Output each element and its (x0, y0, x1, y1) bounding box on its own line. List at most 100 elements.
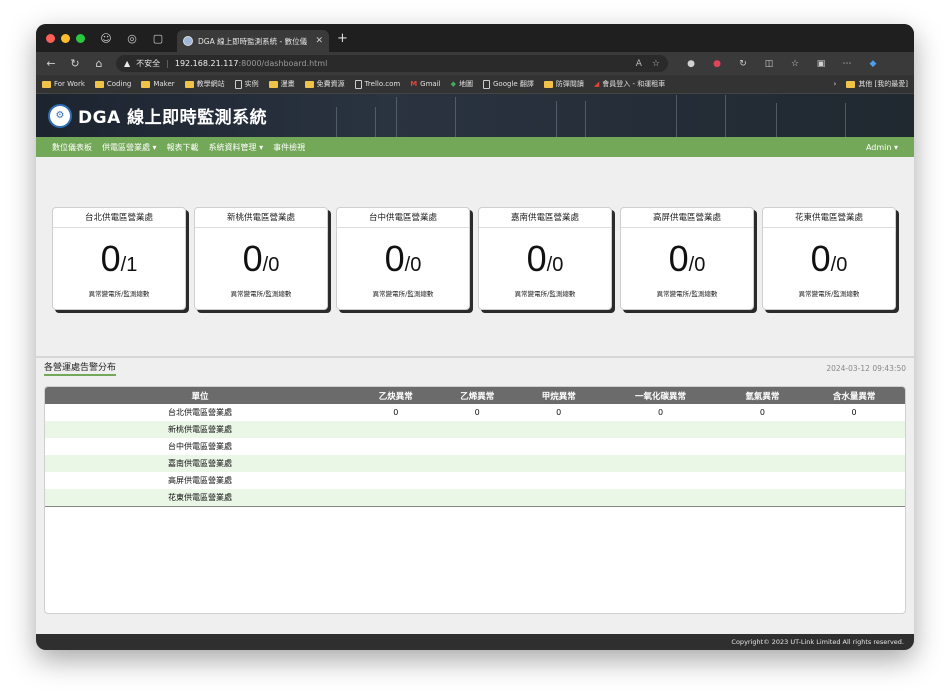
bookmark-item[interactable]: ◆ 地圖 (451, 79, 473, 89)
bookmark-item[interactable]: 漫畫 (268, 79, 295, 89)
extension-2-icon[interactable]: ● (710, 59, 724, 69)
value-cell (599, 472, 721, 489)
user-menu[interactable]: Admin ▾ (866, 143, 898, 152)
table-header-row: 單位 乙炔異常 乙烯異常 甲烷異常 一氧化碳異常 氫氣異常 含水量異常 (45, 387, 905, 404)
total-count: 0 (694, 254, 706, 276)
site-icon: ◢ (593, 80, 600, 88)
abnormal-count: 0 (384, 238, 405, 279)
value-cell (803, 438, 905, 455)
value-cell (518, 489, 599, 506)
bookmark-item[interactable]: Trello.com (354, 79, 400, 89)
card-title: 台北供電區營業處 (53, 208, 185, 228)
column-header[interactable]: 單位 (45, 387, 355, 404)
card-title: 高屏供電區營業處 (621, 208, 753, 228)
folder-icon (94, 80, 104, 88)
url-security-label: 不安全 (136, 59, 161, 68)
value-cell (436, 489, 517, 506)
bookmark-label: 會員登入 - 和運租車 (602, 80, 666, 88)
column-header[interactable]: 含水量異常 (803, 387, 905, 404)
summary-cards: 台北供電區營業處 0/1 異常變電所/監測總數 新桃供電區營業處 0/0 異常變電所/監測… (52, 207, 898, 310)
nav-branch-offices[interactable]: 供電區營業處 ▾ (102, 142, 157, 153)
workspaces-icon[interactable]: ◎ (125, 31, 139, 45)
favorite-star-icon[interactable]: ☆ (652, 59, 660, 69)
home-icon[interactable]: ⌂ (92, 57, 106, 70)
bookmark-label: 漫畫 (280, 80, 295, 88)
bookmark-item[interactable]: Google 翻譯 (482, 79, 534, 89)
bookmark-item[interactable]: ◢ 會員登入 - 和運租車 (594, 79, 665, 89)
refresh-extension-icon[interactable]: ↻ (736, 59, 750, 69)
bookmark-item[interactable]: M Gmail (410, 80, 440, 88)
value-cell (355, 489, 436, 506)
card-description: 異常變電所/監測總數 (88, 290, 150, 298)
maximize-window-button[interactable] (76, 33, 85, 43)
bookmark-item[interactable]: 实例 (234, 79, 259, 89)
unit-cell: 新桃供電區營業處 (168, 425, 232, 434)
active-tab[interactable]: DGA 線上即時監測系統 - 數位儀 ✕ (177, 30, 329, 52)
favorites-icon[interactable]: ☆ (788, 59, 802, 69)
branch-card[interactable]: 台北供電區營業處 0/1 異常變電所/監測總數 (52, 207, 186, 310)
nav-dashboard[interactable]: 數位儀表板 (52, 142, 92, 153)
unit-cell: 嘉南供電區營業處 (168, 459, 232, 468)
header-banner: ⚙ DGA 線上即時監測系統 (36, 94, 914, 137)
branch-card[interactable]: 台中供電區營業處 0/0 異常變電所/監測總數 (336, 207, 470, 310)
chevron-right-icon[interactable]: › (834, 80, 837, 88)
value-cell: 0 (474, 408, 480, 417)
section-header: 各營運處告警分布 2024-03-12 09:43:50 (36, 356, 914, 378)
split-screen-icon[interactable]: ◫ (762, 59, 776, 69)
nav-event-view[interactable]: 事件檢視 (273, 142, 305, 153)
branch-card[interactable]: 嘉南供電區營業處 0/0 異常變電所/監測總數 (478, 207, 612, 310)
table-row: 高屏供電區營業處 (45, 472, 905, 489)
table-row: 台北供電區營業處 0 0 0 0 0 0 (45, 404, 905, 421)
unit-cell: 台中供電區營業處 (168, 442, 232, 451)
card-count: 0/0 (763, 238, 895, 280)
refresh-icon[interactable]: ↻ (68, 57, 82, 70)
column-header[interactable]: 一氧化碳異常 (599, 387, 721, 404)
maps-icon: ◆ (450, 80, 456, 88)
bookmarks-overflow: › 其他 [我的最愛] (834, 79, 909, 89)
page-icon (354, 79, 362, 89)
collections-icon[interactable]: ▣ (814, 59, 828, 69)
column-header[interactable]: 乙炔異常 (355, 387, 436, 404)
url-bar[interactable]: ▲ 不安全 | 192.168.21.117:8000/dashboard.ht… (116, 55, 668, 72)
column-header[interactable]: 氫氣異常 (722, 387, 803, 404)
other-bookmarks[interactable]: 其他 [我的最愛] (846, 79, 908, 89)
bookmark-item[interactable]: 防彈閱讀 (543, 79, 584, 89)
bookmark-item[interactable]: 免費資源 (304, 79, 345, 89)
card-title: 台中供電區營業處 (337, 208, 469, 228)
value-cell (436, 421, 517, 438)
bookmark-item[interactable]: Maker (141, 80, 175, 88)
minimize-window-button[interactable] (61, 33, 70, 43)
read-aloud-icon[interactable]: A (636, 59, 642, 69)
value-cell (355, 438, 436, 455)
bookmark-item[interactable]: 教學網站 (184, 79, 225, 89)
profile-icon[interactable]: ☺ (99, 31, 113, 45)
branch-card[interactable]: 高屏供電區營業處 0/0 異常變電所/監測總數 (620, 207, 754, 310)
alarm-table-container: 單位 乙炔異常 乙烯異常 甲烷異常 一氧化碳異常 氫氣異常 含水量異常 台北供電區營業處 0 0… (44, 386, 906, 614)
value-cell (355, 472, 436, 489)
nav-system-data[interactable]: 系統資料管理 ▾ (209, 142, 264, 153)
back-icon[interactable]: ← (44, 57, 58, 70)
close-window-button[interactable] (46, 33, 55, 43)
section-title: 各營運處告警分布 (44, 360, 117, 376)
tab-actions-icon[interactable]: ▢ (151, 31, 165, 45)
copilot-icon[interactable]: ◆ (866, 59, 880, 69)
value-cell: 0 (658, 408, 664, 417)
new-tab-button[interactable]: + (337, 31, 348, 46)
tab-close-icon[interactable]: ✕ (315, 36, 323, 46)
value-cell: 0 (759, 408, 765, 417)
branch-card[interactable]: 花東供電區營業處 0/0 異常變電所/監測總數 (762, 207, 896, 310)
branch-card[interactable]: 新桃供電區營業處 0/0 異常變電所/監測總數 (194, 207, 328, 310)
extension-1-icon[interactable]: ● (684, 59, 698, 69)
system-title: DGA 線上即時監測系統 (78, 108, 268, 128)
bookmark-item[interactable]: Coding (94, 80, 131, 88)
total-count: 0 (410, 254, 422, 276)
column-header[interactable]: 甲烷異常 (518, 387, 599, 404)
column-header[interactable]: 乙烯異常 (436, 387, 517, 404)
more-menu-icon[interactable]: ⋯ (840, 59, 854, 69)
value-cell (722, 421, 803, 438)
value-cell (803, 455, 905, 472)
bookmark-item[interactable]: For Work (42, 80, 85, 88)
nav-report-download[interactable]: 報表下載 (167, 142, 199, 153)
card-description: 異常變電所/監測總數 (230, 290, 292, 298)
bookmark-label: Google 翻譯 (492, 80, 534, 88)
